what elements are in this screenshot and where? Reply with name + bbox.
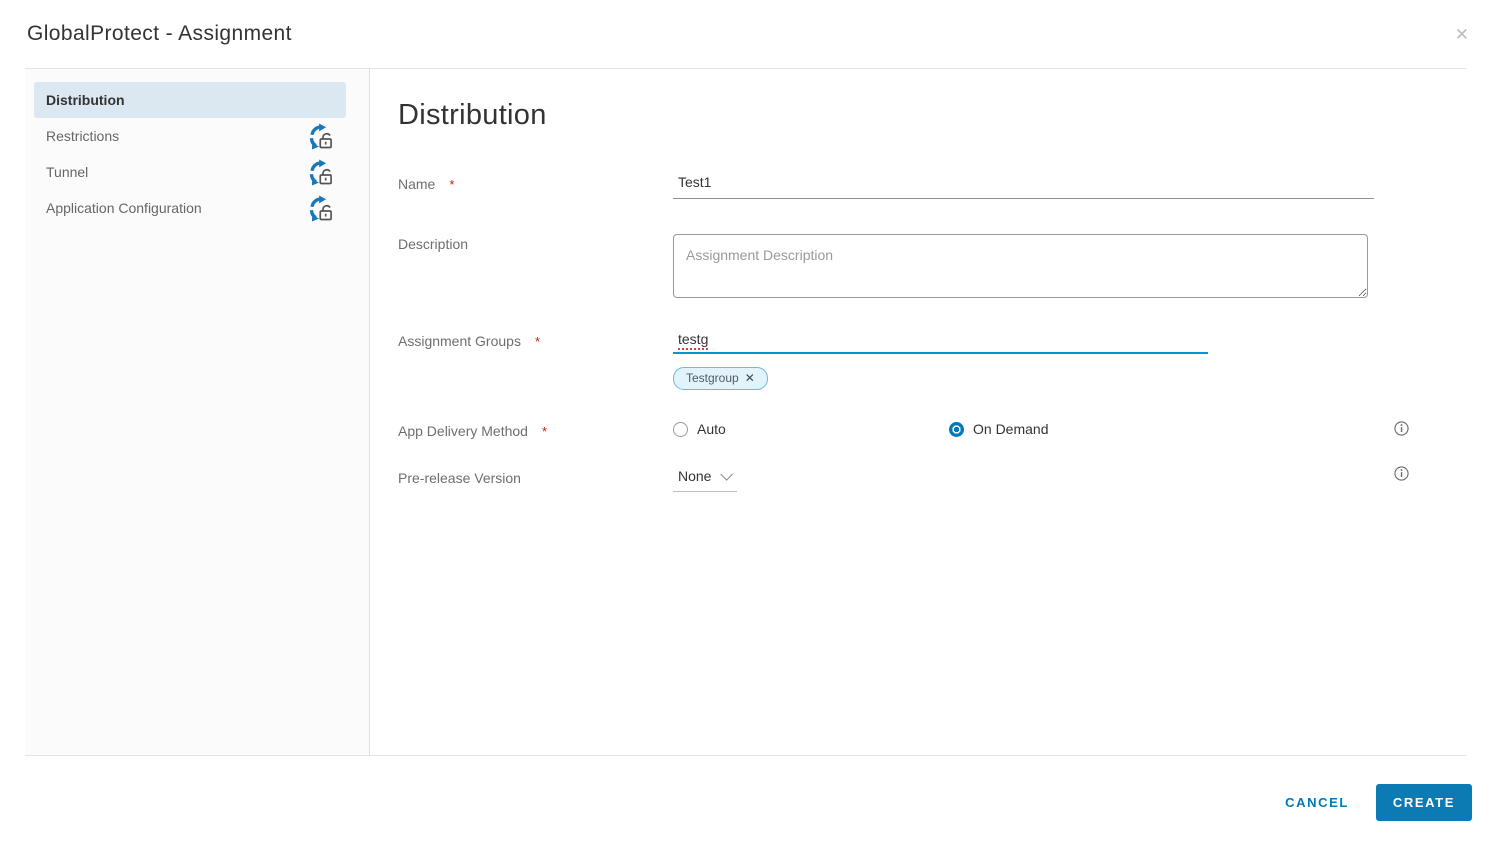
dialog-footer: CANCEL CREATE — [0, 756, 1491, 848]
sync-unlock-icon — [307, 194, 334, 222]
dialog-title: GlobalProtect - Assignment — [27, 22, 292, 45]
sync-unlock-icon — [307, 158, 334, 186]
assignment-groups-label: Assignment Groups * — [398, 333, 541, 349]
name-label: Name * — [398, 176, 455, 192]
radio-selected-icon[interactable] — [949, 421, 964, 437]
sync-unlock-icon — [307, 122, 334, 150]
pre-release-version-select[interactable]: None — [673, 467, 738, 492]
radio-label: On Demand — [973, 421, 1049, 437]
description-row: Description — [398, 234, 1491, 298]
sidebar-item-restrictions[interactable]: Restrictions — [34, 118, 346, 154]
dialog-sidebar: Distribution Restrictions Tunnel Applica… — [25, 69, 370, 755]
sidebar-item-label: Tunnel — [46, 164, 89, 180]
description-label: Description — [398, 236, 469, 252]
name-row: Name * — [398, 174, 1491, 199]
sidebar-item-label: Restrictions — [46, 128, 120, 144]
select-value: None — [678, 468, 712, 484]
info-icon[interactable] — [1394, 421, 1409, 436]
distribution-panel: Distribution Name* Description Assignmen… — [370, 69, 1491, 755]
dialog-titlebar: GlobalProtect - Assignment ✕ — [0, 0, 1491, 68]
sidebar-item-distribution[interactable]: Distribution — [34, 82, 346, 118]
app-delivery-method-row: App Delivery Method * Auto On Demand — [398, 421, 1491, 439]
chip-remove-icon[interactable]: ✕ — [745, 371, 755, 385]
sidebar-item-application-configuration[interactable]: Application Configuration — [34, 190, 346, 226]
page-title: Distribution — [398, 99, 547, 131]
pre-release-version-label: Pre-release Version — [398, 470, 521, 486]
create-button[interactable]: CREATE — [1375, 783, 1472, 821]
radio-unselected-icon[interactable] — [673, 421, 688, 437]
radio-option-auto[interactable]: Auto — [673, 421, 949, 437]
pre-release-version-row: Pre-release Version None — [398, 466, 1491, 492]
info-icon[interactable] — [1394, 466, 1409, 481]
globalprotect-assignment-dialog: GlobalProtect - Assignment ✕ Distributio… — [0, 0, 1491, 848]
name-input[interactable] — [673, 174, 1374, 199]
sidebar-item-label: Distribution — [46, 92, 125, 108]
required-asterisk: * — [541, 424, 548, 439]
close-icon[interactable]: ✕ — [1453, 24, 1471, 45]
description-textarea[interactable] — [673, 234, 1368, 298]
radio-label: Auto — [697, 421, 726, 437]
app-delivery-radio-group: Auto On Demand — [673, 421, 1048, 437]
required-asterisk: * — [534, 334, 541, 349]
assignment-groups-input[interactable]: testg — [673, 331, 1208, 354]
cancel-button[interactable]: CANCEL — [1285, 795, 1349, 810]
assignment-groups-row: Assignment Groups * testg Testgroup ✕ — [398, 331, 1491, 390]
app-delivery-method-label: App Delivery Method * — [398, 423, 548, 439]
sidebar-item-tunnel[interactable]: Tunnel — [34, 154, 346, 190]
required-asterisk: * — [449, 177, 455, 192]
group-chip-testgroup[interactable]: Testgroup ✕ — [673, 367, 768, 390]
radio-option-on-demand[interactable]: On Demand — [949, 421, 1048, 437]
chip-label: Testgroup — [686, 371, 739, 385]
sidebar-item-label: Application Configuration — [46, 200, 202, 216]
typed-query: testg — [678, 331, 709, 350]
chevron-down-icon — [720, 467, 734, 481]
